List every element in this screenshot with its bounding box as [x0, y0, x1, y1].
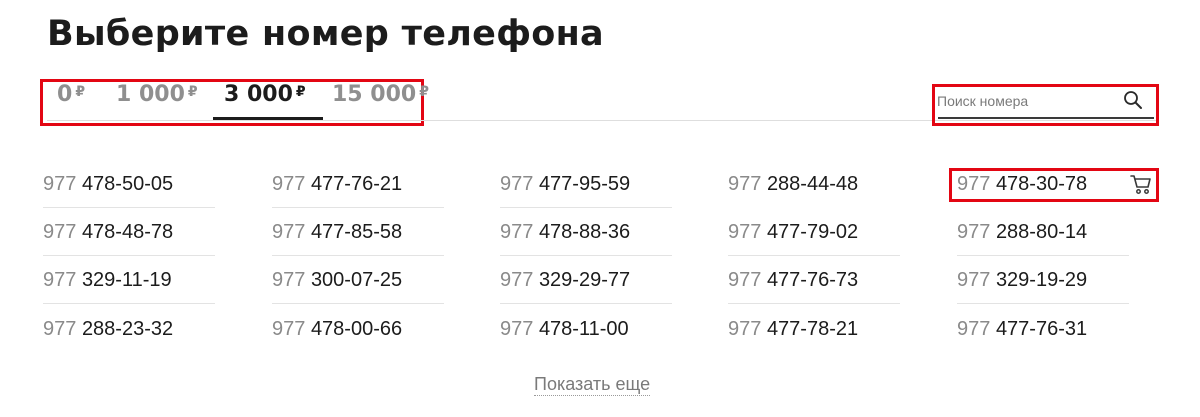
- phone-number-item[interactable]: 977 477-76-21: [272, 173, 444, 208]
- phone-number-item[interactable]: 977 329-19-29: [957, 269, 1129, 304]
- ruble-icon: ₽: [295, 84, 306, 100]
- tab-price-3000[interactable]: 3 000 ₽: [224, 82, 306, 107]
- phone-number-item[interactable]: 977 478-00-66: [272, 318, 444, 348]
- phone-number-item[interactable]: 977 478-50-05: [43, 173, 215, 208]
- phone-prefix: 977: [728, 173, 762, 195]
- phone-suffix: 477-85-58: [310, 221, 403, 243]
- tab-price-3000-amount: 3 000: [224, 82, 293, 107]
- phone-suffix: 329-11-19: [81, 269, 172, 291]
- search-input[interactable]: [937, 90, 1117, 112]
- phone-number-item[interactable]: 977 288-80-14: [957, 221, 1129, 256]
- phone-suffix: 300-07-25: [310, 269, 403, 291]
- ruble-icon: ₽: [75, 84, 86, 100]
- phone-prefix: 977: [500, 269, 534, 291]
- phone-number-item[interactable]: 977 329-11-19: [43, 269, 215, 304]
- phone-prefix: 977: [500, 173, 534, 195]
- phone-number-item[interactable]: 977 329-29-77: [500, 269, 672, 304]
- phone-number-item[interactable]: 977 477-78-21: [728, 318, 900, 348]
- phone-suffix: 478-88-36: [538, 221, 631, 243]
- tab-price-0-amount: 0: [57, 82, 73, 107]
- search-icon[interactable]: [1123, 90, 1143, 110]
- phone-number-item[interactable]: 977 477-76-31: [957, 318, 1129, 348]
- phone-number-item[interactable]: 977 477-85-58: [272, 221, 444, 256]
- tab-price-0[interactable]: 0 ₽: [57, 82, 85, 107]
- phone-suffix: 478-50-05: [81, 173, 174, 195]
- phone-prefix: 977: [957, 173, 991, 195]
- phone-suffix: 477-76-21: [310, 173, 403, 195]
- phone-suffix: 288-44-48: [766, 173, 859, 195]
- phone-number-item[interactable]: 977 478-88-36: [500, 221, 672, 256]
- phone-suffix: 477-78-21: [766, 318, 859, 340]
- phone-prefix: 977: [728, 269, 762, 291]
- phone-prefix: 977: [272, 269, 306, 291]
- phone-suffix: 478-00-66: [310, 318, 403, 340]
- phone-number-item[interactable]: 977 300-07-25: [272, 269, 444, 304]
- phone-prefix: 977: [43, 221, 77, 243]
- phone-number-item[interactable]: 977 478-48-78: [43, 221, 215, 256]
- phone-number-item[interactable]: 977 288-44-48: [728, 173, 900, 203]
- phone-number-item[interactable]: 977 478-11-00: [500, 318, 672, 348]
- phone-suffix: 329-19-29: [995, 269, 1088, 291]
- phone-prefix: 977: [43, 173, 77, 195]
- phone-number-item[interactable]: 977 477-95-59: [500, 173, 672, 208]
- phone-suffix: 477-79-02: [766, 221, 859, 243]
- phone-prefix: 977: [272, 221, 306, 243]
- ruble-icon: ₽: [187, 84, 198, 100]
- tab-price-1000-amount: 1 000: [116, 82, 185, 107]
- page-title: Выберите номер телефона: [47, 14, 604, 54]
- phone-prefix: 977: [500, 318, 534, 340]
- phone-suffix: 477-76-31: [995, 318, 1088, 340]
- phone-prefix: 977: [43, 269, 77, 291]
- tab-price-15000-amount: 15 000: [332, 82, 417, 107]
- tab-price-15000[interactable]: 15 000 ₽: [332, 82, 429, 107]
- phone-prefix: 977: [272, 173, 306, 195]
- search-underline: [938, 117, 1154, 119]
- phone-suffix: 288-80-14: [995, 221, 1088, 243]
- phone-prefix: 977: [728, 221, 762, 243]
- phone-prefix: 977: [43, 318, 77, 340]
- phone-number-item[interactable]: 977 477-79-02: [728, 221, 900, 256]
- phone-suffix: 477-76-73: [766, 269, 859, 291]
- phone-prefix: 977: [272, 318, 306, 340]
- phone-prefix: 977: [957, 318, 991, 340]
- show-more-link[interactable]: Показать еще: [534, 373, 651, 396]
- tab-price-1000[interactable]: 1 000 ₽: [116, 82, 198, 107]
- phone-suffix: 478-11-00: [538, 318, 629, 340]
- phone-prefix: 977: [728, 318, 762, 340]
- phone-number-item[interactable]: 977 477-76-73: [728, 269, 900, 304]
- phone-suffix: 288-23-32: [81, 318, 174, 340]
- phone-number-item-selected[interactable]: 977 478-30-78: [957, 173, 1129, 203]
- phone-suffix: 329-29-77: [538, 269, 631, 291]
- phone-number-item[interactable]: 977 288-23-32: [43, 318, 215, 348]
- ruble-icon: ₽: [419, 84, 429, 100]
- phone-suffix: 478-48-78: [81, 221, 174, 243]
- phone-suffix: 477-95-59: [538, 173, 631, 195]
- phone-prefix: 977: [957, 269, 991, 291]
- phone-suffix: 478-30-78: [995, 173, 1088, 195]
- phone-prefix: 977: [957, 221, 991, 243]
- phone-prefix: 977: [500, 221, 534, 243]
- cart-icon[interactable]: [1129, 172, 1153, 196]
